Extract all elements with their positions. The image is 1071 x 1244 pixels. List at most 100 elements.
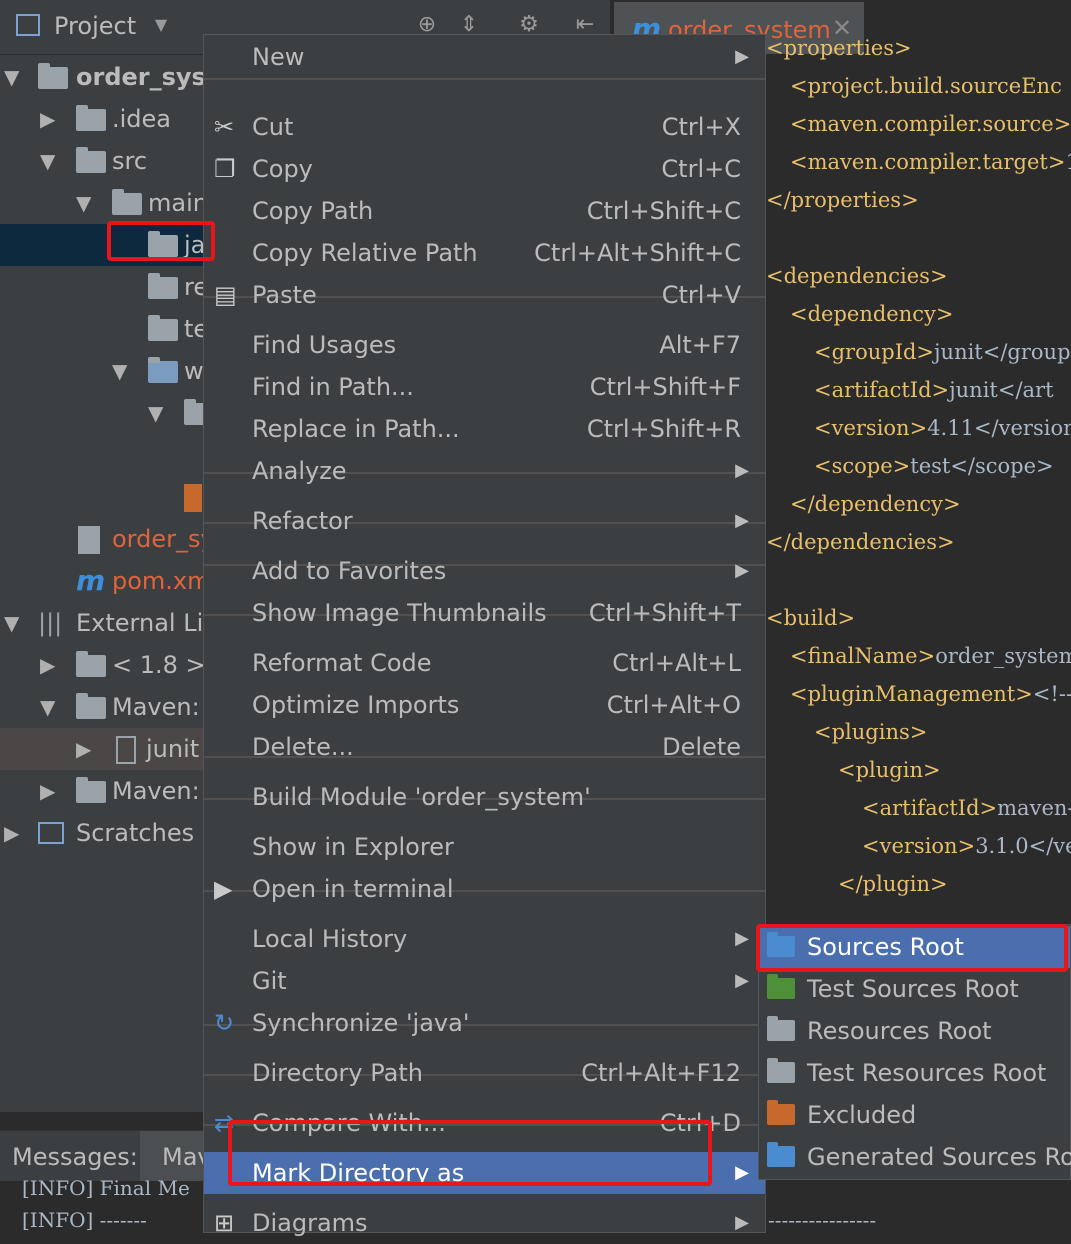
menu-item-shortcut: Alt+F7 bbox=[659, 331, 741, 359]
folder-icon bbox=[767, 974, 795, 999]
xml-tag: <maven.compiler.source> bbox=[790, 112, 1071, 136]
menu-item-open-in-terminal[interactable]: ▶ Open in terminal bbox=[204, 868, 765, 910]
expand-arrow-icon[interactable]: ▼ bbox=[76, 182, 96, 224]
expand-arrow-icon[interactable]: ▼ bbox=[4, 602, 24, 644]
code-line: </dependencies> bbox=[766, 530, 955, 554]
menu-item-label: Find Usages bbox=[252, 331, 397, 359]
menu-item-copy-path[interactable]: Copy Path Ctrl+Shift+C bbox=[204, 190, 765, 232]
menu-item-copy[interactable]: ❐ Copy Ctrl+C bbox=[204, 148, 765, 190]
collapse-arrow-icon[interactable]: ▶ bbox=[40, 644, 60, 686]
submenu-item-label: Resources Root bbox=[807, 1017, 992, 1045]
collapse-arrow-icon[interactable]: ▶ bbox=[40, 770, 60, 812]
menu-item-label: Local History bbox=[252, 925, 408, 953]
menu-item-shortcut: Ctrl+V bbox=[661, 281, 741, 309]
expand-arrow-icon[interactable]: ▼ bbox=[148, 392, 168, 434]
menu-item-diagrams[interactable]: ⊞ Diagrams ▶ bbox=[204, 1202, 765, 1244]
submenu-arrow-icon: ▶ bbox=[735, 928, 749, 949]
code-line: <plugins> bbox=[814, 720, 927, 744]
expand-arrow-icon[interactable]: ▼ bbox=[4, 56, 24, 98]
collapse-arrow-icon[interactable]: ▶ bbox=[40, 98, 60, 140]
xml-text: order_system bbox=[935, 644, 1071, 668]
code-line: <finalName>order_system bbox=[790, 644, 1071, 668]
submenu-item-test-resources-root[interactable]: Test Resources Root bbox=[759, 1052, 1070, 1094]
library-icon: ||| bbox=[38, 609, 63, 637]
code-line: <dependencies> bbox=[766, 264, 948, 288]
code-line: <groupId>junit</groupI bbox=[814, 340, 1071, 364]
submenu-item-excluded[interactable]: Excluded bbox=[759, 1094, 1070, 1136]
menu-item-add-to-favorites[interactable]: Add to Favorites ▶ bbox=[204, 550, 765, 592]
menu-item-analyze[interactable]: Analyze ▶ bbox=[204, 450, 765, 492]
menu-item-new[interactable]: New ▶ bbox=[204, 36, 765, 78]
menu-item-label: Show Image Thumbnails bbox=[252, 599, 547, 627]
code-line: <properties> bbox=[766, 36, 912, 60]
menu-item-label: Directory Path bbox=[252, 1059, 423, 1087]
code-line: <pluginManagement><!-- l bbox=[790, 682, 1071, 706]
tree-label: w bbox=[184, 357, 204, 385]
tree-label: main bbox=[148, 189, 208, 217]
menu-item-copy-relative-path[interactable]: Copy Relative Path Ctrl+Alt+Shift+C bbox=[204, 232, 765, 274]
tree-label: External Lib bbox=[76, 609, 219, 637]
menu-item-paste[interactable]: ▤ Paste Ctrl+V bbox=[204, 274, 765, 316]
xml-text: 3.1.0</ve bbox=[975, 834, 1071, 858]
project-view-icon[interactable] bbox=[16, 14, 40, 36]
submenu-item-label: Generated Sources Roo bbox=[807, 1143, 1071, 1171]
menu-item-synchronize-java[interactable]: ↻ Synchronize 'java' bbox=[204, 1002, 765, 1044]
menu-item-optimize-imports[interactable]: Optimize Imports Ctrl+Alt+O bbox=[204, 684, 765, 726]
tree-label: order_syst bbox=[76, 63, 218, 91]
tree-label: order_sy bbox=[112, 525, 215, 553]
menu-item-refactor[interactable]: Refactor ▶ bbox=[204, 500, 765, 542]
folder-icon bbox=[76, 105, 106, 131]
scratches-icon bbox=[38, 822, 64, 844]
web-folder-icon bbox=[148, 357, 178, 383]
menu-item-cut[interactable]: ✂ Cut Ctrl+X bbox=[204, 106, 765, 148]
folder-icon bbox=[767, 1100, 795, 1125]
menu-item-delete[interactable]: Delete... Delete bbox=[204, 726, 765, 768]
menu-item-show-in-explorer[interactable]: Show in Explorer bbox=[204, 826, 765, 868]
menu-item-git[interactable]: Git ▶ bbox=[204, 960, 765, 1002]
dropdown-arrow-icon[interactable]: ▼ bbox=[148, 12, 174, 38]
maven-file-icon: m bbox=[76, 564, 106, 597]
submenu-item-generated-sources-roo[interactable]: Generated Sources Roo bbox=[759, 1136, 1071, 1178]
expand-arrow-icon[interactable]: ▼ bbox=[40, 686, 60, 728]
jar-icon bbox=[116, 736, 136, 764]
menu-separator bbox=[204, 78, 765, 80]
xml-tag: <properties> bbox=[766, 36, 912, 60]
menu-item-shortcut: Ctrl+Alt+Shift+C bbox=[534, 239, 741, 267]
menu-item-label: Find in Path... bbox=[252, 373, 414, 401]
highlight-mark-directory bbox=[228, 1120, 712, 1186]
menu-item-directory-path[interactable]: Directory Path Ctrl+Alt+F12 bbox=[204, 1052, 765, 1094]
menu-item-build-module-order-system[interactable]: Build Module 'order_system' bbox=[204, 776, 765, 818]
maven-lib-icon bbox=[76, 777, 106, 803]
log-line: ---------------- bbox=[768, 1208, 877, 1232]
submenu-item-resources-root[interactable]: Resources Root bbox=[759, 1010, 1070, 1052]
paste-icon: ▤ bbox=[214, 281, 237, 309]
menu-item-show-image-thumbnails[interactable]: Show Image Thumbnails Ctrl+Shift+T bbox=[204, 592, 765, 634]
menu-item-reformat-code[interactable]: Reformat Code Ctrl+Alt+L bbox=[204, 642, 765, 684]
collapse-arrow-icon[interactable]: ▶ bbox=[76, 728, 96, 770]
collapse-arrow-icon[interactable]: ▶ bbox=[4, 812, 24, 854]
submenu-arrow-icon: ▶ bbox=[735, 970, 749, 991]
menu-item-shortcut: Ctrl+Alt+F12 bbox=[581, 1059, 741, 1087]
xml-tag: <plugins> bbox=[814, 720, 928, 744]
expand-arrow-icon[interactable]: ▼ bbox=[112, 350, 132, 392]
messages-label: Messages: bbox=[12, 1143, 138, 1171]
tree-label: src bbox=[112, 147, 148, 175]
project-title[interactable]: Project bbox=[54, 12, 136, 40]
xml-tag: <dependencies> bbox=[766, 264, 948, 288]
xml-tag: <artifactId> bbox=[862, 796, 998, 820]
menu-item-shortcut: Ctrl+C bbox=[661, 155, 741, 183]
xml-tag: <version> bbox=[862, 834, 976, 858]
code-line: <plugin> bbox=[838, 758, 941, 782]
menu-item-find-in-path[interactable]: Find in Path... Ctrl+Shift+F bbox=[204, 366, 765, 408]
log-line: [INFO] ------- bbox=[22, 1208, 147, 1232]
submenu-item-test-sources-root[interactable]: Test Sources Root bbox=[759, 968, 1070, 1010]
code-line: </plugin> bbox=[838, 872, 948, 896]
menu-item-label: Delete... bbox=[252, 733, 354, 761]
menu-item-find-usages[interactable]: Find Usages Alt+F7 bbox=[204, 324, 765, 366]
expand-arrow-icon[interactable]: ▼ bbox=[40, 140, 60, 182]
code-line: <version>4.11</version bbox=[814, 416, 1071, 440]
menu-item-replace-in-path[interactable]: Replace in Path... Ctrl+Shift+R bbox=[204, 408, 765, 450]
menu-item-label: Reformat Code bbox=[252, 649, 432, 677]
menu-item-local-history[interactable]: Local History ▶ bbox=[204, 918, 765, 960]
submenu-item-label: Test Resources Root bbox=[807, 1059, 1047, 1087]
